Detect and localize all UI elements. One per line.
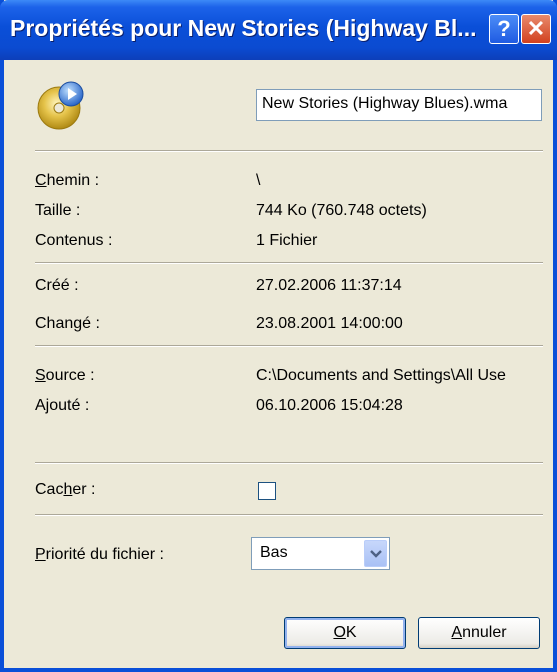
separator bbox=[35, 345, 543, 347]
window-title: Propriétés pour New Stories (Highway Bl.… bbox=[10, 15, 477, 41]
separator bbox=[35, 514, 543, 516]
separator bbox=[35, 150, 543, 152]
size-value: 744 Ko (760.748 octets) bbox=[256, 202, 427, 219]
close-button[interactable]: ✕ bbox=[521, 14, 551, 44]
cancel-button[interactable]: Annuler bbox=[418, 617, 540, 649]
created-value: 27.02.2006 11:37:14 bbox=[256, 277, 402, 294]
modified-label: Changé : bbox=[35, 315, 100, 332]
added-value: 06.10.2006 15:04:28 bbox=[256, 397, 403, 414]
priority-label: Priorité du fichier : bbox=[35, 546, 164, 563]
added-label: Ajouté : bbox=[35, 397, 90, 414]
created-label: Créé : bbox=[35, 277, 79, 294]
size-label: Taille : bbox=[35, 202, 81, 219]
filename-field[interactable]: New Stories (Highway Blues).wma bbox=[256, 89, 542, 121]
source-label: Source : bbox=[35, 367, 95, 384]
cd-audio-icon bbox=[37, 81, 84, 130]
separator bbox=[35, 262, 543, 264]
separator bbox=[35, 462, 543, 464]
help-button[interactable]: ? bbox=[489, 14, 519, 44]
path-label: Chemin : bbox=[35, 172, 100, 189]
priority-value: Bas bbox=[260, 544, 288, 561]
contents-label: Contenus : bbox=[35, 232, 113, 249]
modified-value: 23.08.2001 14:00:00 bbox=[256, 315, 403, 332]
properties-dialog: Propriétés pour New Stories (Highway Bl.… bbox=[0, 0, 557, 672]
priority-select[interactable]: Bas bbox=[251, 537, 390, 570]
source-value: C:\Documents and Settings\All Use bbox=[256, 367, 506, 384]
path-value: \ bbox=[256, 172, 261, 189]
title-bar[interactable]: Propriétés pour New Stories (Highway Bl.… bbox=[0, 0, 557, 60]
chevron-down-icon[interactable] bbox=[364, 540, 387, 567]
hide-checkbox[interactable] bbox=[258, 482, 276, 500]
hide-label: Cacher : bbox=[35, 481, 96, 498]
contents-value: 1 Fichier bbox=[256, 232, 318, 249]
ok-button[interactable]: OK bbox=[284, 617, 406, 649]
